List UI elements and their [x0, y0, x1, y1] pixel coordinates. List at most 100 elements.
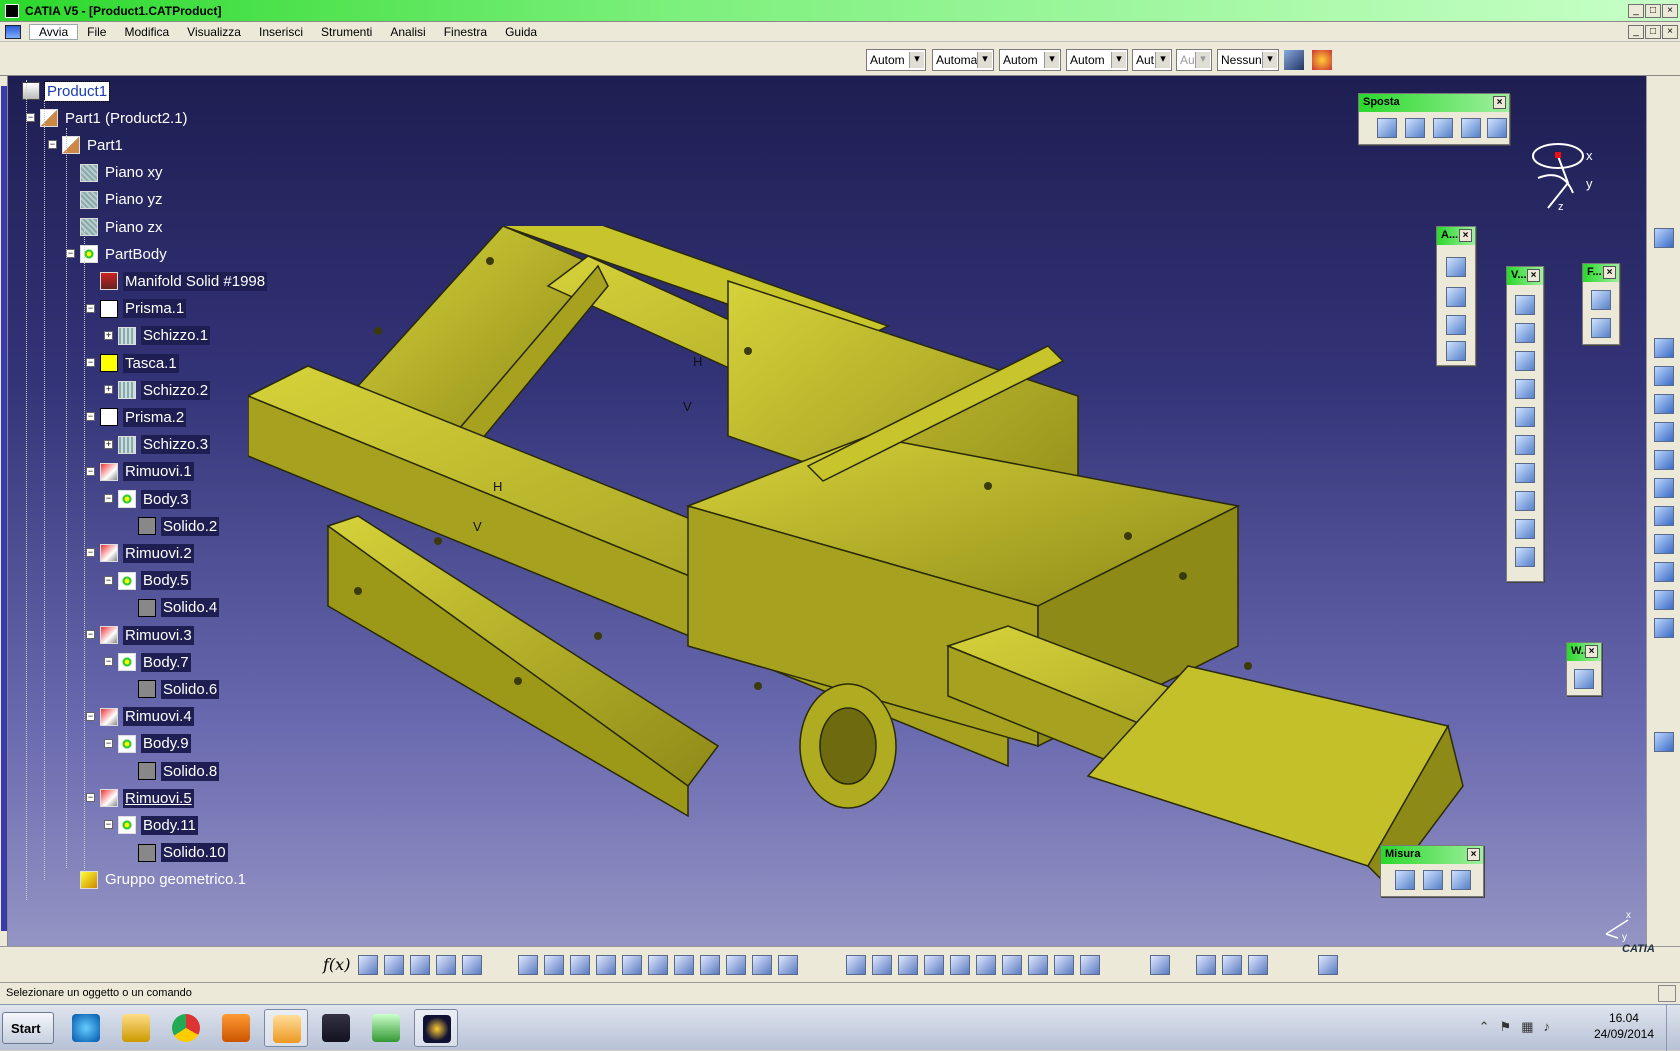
fix-icon[interactable]	[1515, 463, 1535, 483]
color-dropdown[interactable]: Autom	[866, 49, 926, 71]
plane-icon[interactable]	[1515, 379, 1535, 399]
menu-file[interactable]: File	[78, 25, 115, 39]
tree-node[interactable]: Body.7	[118, 651, 191, 673]
workbench-icon-6[interactable]	[1654, 450, 1674, 470]
catalog-icon[interactable]	[462, 955, 482, 975]
tree-node[interactable]: PartBody	[80, 243, 169, 265]
fit-all-icon[interactable]	[544, 955, 564, 975]
start-button[interactable]: Start	[2, 1012, 54, 1044]
copy-icon[interactable]	[976, 955, 996, 975]
layer-dropdown[interactable]: Nessun	[1217, 49, 1279, 71]
collapse-icon[interactable]: −	[86, 548, 95, 558]
close-icon[interactable]: ×	[1493, 96, 1506, 109]
workbench-icon-8[interactable]	[1654, 506, 1674, 526]
stop-manipulate-icon[interactable]	[1487, 118, 1507, 138]
keyframe-icon[interactable]	[384, 955, 404, 975]
tree-node[interactable]: Prisma.1	[100, 298, 187, 320]
tree-node[interactable]: Schizzo.3	[118, 434, 211, 456]
snap-icon[interactable]	[1405, 118, 1425, 138]
workbench-icon-3[interactable]	[1654, 366, 1674, 386]
tree-node[interactable]: Solido.8	[138, 760, 220, 782]
show-desktop-button[interactable]	[1666, 1005, 1680, 1051]
measure-inertia-icon[interactable]	[1451, 870, 1471, 890]
workbench-icon-4[interactable]	[1654, 394, 1674, 414]
pan-icon[interactable]	[570, 955, 590, 975]
taskbar-outlook-icon[interactable]	[264, 1009, 308, 1047]
workbench-icon-11[interactable]	[1654, 590, 1674, 610]
doc-restore-button[interactable]: □	[1645, 24, 1661, 39]
annotation-view-icon[interactable]	[1446, 341, 1466, 361]
line-thickness-dropdown[interactable]: Autom	[999, 49, 1061, 71]
scrollbar-thumb[interactable]	[1, 86, 7, 931]
painter-icon[interactable]	[1284, 50, 1304, 70]
update-icon[interactable]	[1515, 519, 1535, 539]
line-type-dropdown[interactable]: Autom	[1066, 49, 1128, 71]
collapse-icon[interactable]: −	[86, 466, 95, 476]
help-icon[interactable]	[1080, 955, 1100, 975]
publish-icon[interactable]	[358, 955, 378, 975]
hide-show-icon[interactable]	[752, 955, 772, 975]
collapse-icon[interactable]: −	[86, 711, 95, 721]
tree-node[interactable]: Rimuovi.4	[100, 706, 194, 728]
workbench-icon-2[interactable]	[1654, 338, 1674, 358]
tree-node[interactable]: Product1	[22, 80, 111, 102]
anchor-icon[interactable]	[1515, 407, 1535, 427]
object-icon[interactable]	[1248, 955, 1268, 975]
measure-item-icon[interactable]	[1423, 870, 1443, 890]
new-component-icon[interactable]	[1591, 290, 1611, 310]
close-icon[interactable]: ×	[1459, 229, 1472, 242]
tree-node[interactable]: Rimuovi.2	[100, 542, 194, 564]
transparency-dropdown[interactable]: Automa	[932, 49, 994, 71]
measure-between-icon[interactable]	[1395, 870, 1415, 890]
menu-inserisci[interactable]: Inserisci	[250, 25, 312, 39]
tree-node[interactable]: Solido.2	[138, 515, 220, 537]
swap-icon[interactable]	[778, 955, 798, 975]
doc-minimize-button[interactable]: _	[1628, 24, 1644, 39]
save-icon[interactable]	[898, 955, 918, 975]
constraint-icon[interactable]	[1515, 295, 1535, 315]
normal-view-icon[interactable]	[674, 955, 694, 975]
tree-node[interactable]: Piano zx	[80, 216, 165, 238]
menu-strumenti[interactable]: Strumenti	[312, 25, 381, 39]
tree-node[interactable]: Tasca.1	[100, 352, 179, 374]
workbench-icon-1[interactable]	[1654, 228, 1674, 248]
graphic-properties-icon[interactable]	[1312, 50, 1332, 70]
tree-node[interactable]: Rimuovi.1	[100, 461, 194, 483]
expand-icon[interactable]: +	[104, 439, 113, 449]
tree-node[interactable]: Piano yz	[80, 189, 165, 211]
tree-node[interactable]: Prisma.2	[100, 406, 187, 428]
tree-node[interactable]: Solido.10	[138, 842, 228, 864]
tree-node[interactable]: Part1	[62, 134, 125, 156]
existing-component-icon[interactable]	[1591, 318, 1611, 338]
close-icon[interactable]: ×	[1585, 645, 1598, 658]
maximize-button[interactable]: □	[1645, 3, 1661, 18]
collapse-icon[interactable]: −	[86, 303, 95, 313]
tree-node[interactable]: Solido.6	[138, 678, 220, 700]
tree-node[interactable]: Gruppo geometrico.1	[80, 869, 248, 891]
gears-icon[interactable]	[1574, 669, 1594, 689]
layer-dropdown-disabled[interactable]: Aut	[1176, 49, 1212, 71]
tree-node[interactable]: Rimuovi.5	[100, 787, 194, 809]
tree-node[interactable]: Body.3	[118, 488, 191, 510]
table-icon[interactable]	[410, 955, 430, 975]
tree-node[interactable]: Piano xy	[80, 162, 165, 184]
cut-icon[interactable]	[950, 955, 970, 975]
paperclip-icon[interactable]	[1515, 435, 1535, 455]
refresh-icon[interactable]	[1318, 955, 1338, 975]
explode-icon[interactable]	[1461, 118, 1481, 138]
expand-icon[interactable]: +	[104, 330, 113, 340]
close-button[interactable]: ×	[1662, 3, 1678, 18]
fit-icon[interactable]	[436, 955, 456, 975]
print-icon[interactable]	[924, 955, 944, 975]
volume-icon[interactable]: ♪	[1544, 1019, 1551, 1035]
manipulation-icon[interactable]	[1377, 118, 1397, 138]
taskbar-app-icon[interactable]	[364, 1009, 408, 1047]
clock[interactable]: 16.04 24/09/2014	[1594, 1010, 1654, 1042]
collapse-icon[interactable]: −	[104, 657, 113, 667]
grid-icon[interactable]	[1150, 955, 1170, 975]
workbench-icon-12[interactable]	[1654, 618, 1674, 638]
minimize-button[interactable]: _	[1628, 3, 1644, 18]
collapse-icon[interactable]: −	[26, 113, 35, 123]
offset-icon[interactable]	[1515, 491, 1535, 511]
rotate-icon[interactable]	[596, 955, 616, 975]
